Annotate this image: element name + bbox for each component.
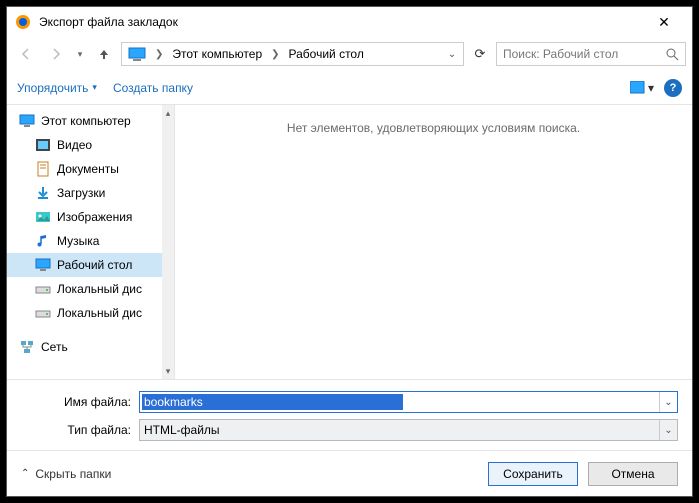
crumb-desktop[interactable]: Рабочий стол xyxy=(285,47,368,61)
help-icon[interactable]: ? xyxy=(664,79,682,97)
search-input[interactable]: Поиск: Рабочий стол xyxy=(496,42,686,66)
save-button[interactable]: Сохранить xyxy=(488,462,578,486)
navbar: ▾ ❯ Этот компьютер ❯ Рабочий стол ⌄ ⟳ По… xyxy=(7,37,692,71)
empty-message: Нет элементов, удовлетворяющих условиям … xyxy=(287,121,580,135)
filetype-dropdown-icon[interactable]: ⌄ xyxy=(659,420,677,440)
chevron-down-icon: ▾ xyxy=(648,81,654,95)
tree-videos[interactable]: Видео xyxy=(7,133,174,157)
crumb-this-pc[interactable]: Этот компьютер xyxy=(168,47,266,61)
tree-music[interactable]: Музыка xyxy=(7,229,174,253)
documents-icon xyxy=(35,161,51,177)
tree-documents[interactable]: Документы xyxy=(7,157,174,181)
tree-pictures[interactable]: Изображения xyxy=(7,205,174,229)
tree-local-disk-2[interactable]: Локальный дис xyxy=(7,301,174,325)
chevron-up-icon: ⌃ xyxy=(21,468,29,479)
this-pc-icon xyxy=(128,47,146,61)
scroll-down-icon[interactable]: ▾ xyxy=(162,363,174,379)
music-icon xyxy=(35,233,51,249)
save-dialog: Экспорт файла закладок ✕ ▾ ❯ Этот компью… xyxy=(6,6,693,497)
firefox-icon xyxy=(15,14,31,30)
desktop-icon xyxy=(35,257,51,273)
back-icon xyxy=(13,41,39,67)
sidebar-scrollbar[interactable]: ▴ ▾ xyxy=(162,105,174,379)
file-list[interactable]: Нет элементов, удовлетворяющих условиям … xyxy=(175,105,692,379)
downloads-icon xyxy=(35,185,51,201)
organize-button[interactable]: Упорядочить ▾ xyxy=(17,81,97,95)
breadcrumb[interactable]: ❯ Этот компьютер ❯ Рабочий стол ⌄ xyxy=(121,42,464,66)
filetype-label: Тип файла: xyxy=(21,423,139,437)
hide-folders-button[interactable]: ⌃ Скрыть папки xyxy=(21,467,111,481)
scroll-up-icon[interactable]: ▴ xyxy=(162,105,174,121)
window-title: Экспорт файла закладок xyxy=(39,15,644,29)
refresh-icon[interactable]: ⟳ xyxy=(468,46,492,62)
network-icon xyxy=(19,339,35,355)
cancel-button[interactable]: Отмена xyxy=(588,462,678,486)
this-pc-icon xyxy=(19,113,35,129)
toolbar: Упорядочить ▾ Создать папку ▾ ? xyxy=(7,71,692,105)
filetype-select[interactable]: HTML-файлы ⌄ xyxy=(139,419,678,441)
video-icon xyxy=(35,137,51,153)
tree-network[interactable]: Сеть xyxy=(7,335,174,359)
filename-input[interactable]: bookmarks ⌄ xyxy=(139,391,678,413)
view-options-button[interactable]: ▾ xyxy=(630,81,654,95)
close-icon[interactable]: ✕ xyxy=(644,14,684,31)
drive-icon xyxy=(35,281,51,297)
recent-dropdown-icon[interactable]: ▾ xyxy=(73,41,87,67)
filename-label: Имя файла: xyxy=(21,395,139,409)
up-icon[interactable] xyxy=(91,41,117,67)
drive-icon xyxy=(35,305,51,321)
pictures-icon xyxy=(35,209,51,225)
titlebar: Экспорт файла закладок ✕ xyxy=(7,7,692,37)
filename-dropdown-icon[interactable]: ⌄ xyxy=(659,392,677,412)
forward-icon xyxy=(43,41,69,67)
sidebar: Этот компьютер Видео Документы Загрузки … xyxy=(7,105,175,379)
address-dropdown-icon[interactable]: ⌄ xyxy=(443,49,461,60)
chevron-right-icon[interactable]: ❯ xyxy=(150,49,168,60)
search-icon xyxy=(666,48,679,61)
tree-this-pc[interactable]: Этот компьютер xyxy=(7,109,174,133)
dialog-footer: ⌃ Скрыть папки Сохранить Отмена xyxy=(7,450,692,496)
tree-local-disk-1[interactable]: Локальный дис xyxy=(7,277,174,301)
chevron-right-icon[interactable]: ❯ xyxy=(266,49,284,60)
search-placeholder: Поиск: Рабочий стол xyxy=(503,47,618,61)
tree-downloads[interactable]: Загрузки xyxy=(7,181,174,205)
chevron-down-icon: ▾ xyxy=(92,82,97,93)
new-folder-button[interactable]: Создать папку xyxy=(113,81,193,95)
tree-desktop[interactable]: Рабочий стол xyxy=(7,253,174,277)
